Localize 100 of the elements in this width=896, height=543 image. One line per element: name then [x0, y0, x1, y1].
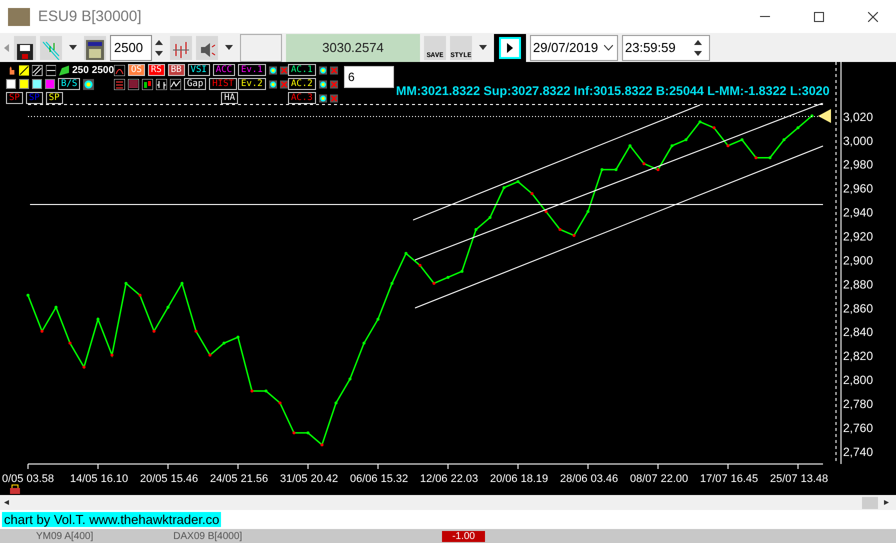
- indicator-toggle[interactable]: Gap: [184, 78, 206, 90]
- indicator-toggle[interactable]: Ev.2: [238, 78, 266, 90]
- price-point: [726, 144, 730, 148]
- price-point: [544, 210, 548, 214]
- bars-tool-icon[interactable]: [156, 78, 167, 90]
- price-point: [376, 318, 380, 322]
- save-icon[interactable]: [14, 36, 36, 60]
- price-point: [194, 330, 198, 333]
- price-point: [670, 144, 674, 148]
- indicator-toggle[interactable]: SP: [6, 92, 23, 104]
- value-label: -1.00: [442, 530, 485, 542]
- indicator-toggle[interactable]: HA: [221, 92, 238, 104]
- circle-toggle-icon[interactable]: [83, 78, 94, 90]
- bars-count-label: 250: [72, 64, 89, 76]
- indicator-toggle[interactable]: AC.1: [288, 64, 316, 76]
- price-point: [390, 282, 394, 286]
- price-point: [138, 294, 142, 298]
- price-point: [684, 138, 688, 142]
- price-point: [712, 126, 716, 130]
- price-point: [586, 210, 590, 214]
- circle-toggle-icon[interactable]: [268, 64, 277, 76]
- circle-toggle-icon[interactable]: [318, 78, 327, 90]
- price-label: 2,820: [843, 349, 874, 364]
- price-point: [110, 354, 114, 357]
- price-label: 2,800: [843, 373, 874, 388]
- indicator-toggle[interactable]: BB: [168, 64, 185, 76]
- price-point: [26, 294, 30, 298]
- horizontal-line-icon[interactable]: [46, 64, 56, 76]
- time-label: 06/06 15.32: [350, 473, 408, 486]
- indicator-toggle[interactable]: HIST: [209, 78, 237, 90]
- bars-input[interactable]: 2500: [110, 34, 152, 61]
- indicator-toggle[interactable]: B/S: [58, 78, 80, 90]
- circle-toggle-icon[interactable]: [318, 92, 327, 104]
- time-label: 31/05 20.42: [280, 473, 338, 486]
- lines-tool-icon[interactable]: [128, 78, 139, 90]
- price-point: [348, 378, 352, 381]
- credit-text: chart by Vol.T. www.thehawktrader.co: [2, 512, 222, 528]
- time-label: 20/05 15.46: [140, 473, 198, 486]
- date-picker[interactable]: 29/07/2019: [530, 34, 618, 61]
- price-label: 2,860: [843, 302, 874, 316]
- indicator-toggle[interactable]: ACC: [212, 64, 236, 76]
- bands-tool-icon[interactable]: [114, 78, 125, 90]
- circle-toggle-icon[interactable]: [268, 78, 277, 90]
- close-icon[interactable]: [330, 78, 338, 90]
- price-point: [600, 168, 604, 172]
- price-point: [320, 444, 324, 447]
- price-label: 2,960: [843, 182, 874, 196]
- calculator-icon[interactable]: [84, 36, 106, 60]
- price-point: [236, 336, 240, 339]
- window-title: DAX09 B[4000]: [173, 530, 242, 542]
- bars-count-label: 2500: [92, 64, 114, 76]
- period-input[interactable]: 6: [344, 66, 394, 88]
- color-swatch[interactable]: [6, 79, 16, 90]
- price-point: [264, 390, 268, 393]
- price-label: 2,980: [843, 158, 874, 172]
- candles-icon[interactable]: [142, 78, 153, 90]
- close-icon[interactable]: [280, 78, 288, 90]
- price-point: [754, 156, 758, 160]
- time-label: 20/06 18.19: [490, 473, 548, 486]
- price-label: 2,780: [843, 397, 874, 412]
- play-icon: [507, 42, 513, 53]
- price-point: [656, 168, 660, 172]
- photo-placeholder: [8, 8, 30, 26]
- indicator-toggle[interactable]: VSI: [188, 64, 210, 76]
- close-icon[interactable]: [330, 64, 338, 76]
- line-tool-icon[interactable]: [19, 64, 30, 76]
- color-swatch[interactable]: [19, 79, 29, 90]
- indicator-toggle[interactable]: RS: [148, 64, 165, 76]
- indicator-toggle[interactable]: Ev.1: [238, 64, 266, 76]
- indicator-toggle[interactable]: AC.2: [288, 78, 316, 90]
- price-point: [54, 306, 58, 310]
- price-point: [404, 252, 408, 256]
- time-label: 25/07 13.48: [770, 473, 828, 486]
- lock-icon[interactable]: [10, 484, 20, 494]
- speaker-icon[interactable]: [196, 36, 218, 60]
- color-swatch[interactable]: [32, 79, 42, 90]
- time-label: 17/07 16.45: [700, 473, 758, 486]
- price-point: [418, 264, 422, 268]
- scrollbar-thumb[interactable]: [862, 496, 878, 509]
- price-point: [516, 180, 520, 184]
- price-point: [432, 282, 436, 286]
- horizontal-scrollbar[interactable]: [0, 495, 896, 510]
- close-icon: [868, 12, 878, 22]
- circle-toggle-icon[interactable]: [318, 64, 327, 76]
- indicator-toggle[interactable]: SP: [46, 92, 63, 104]
- close-icon[interactable]: [330, 92, 338, 104]
- color-swatch[interactable]: [45, 79, 55, 90]
- arc-tool-icon[interactable]: [114, 64, 125, 76]
- price-point: [474, 228, 478, 232]
- price-point: [768, 156, 772, 160]
- indicator-toggle[interactable]: AC.3: [288, 92, 316, 104]
- price-point: [96, 318, 100, 322]
- fill-tool-icon[interactable]: [58, 64, 70, 76]
- time-label: 24/05 21.56: [210, 473, 268, 486]
- time-spin-field[interactable]: 23:59:59: [622, 34, 710, 61]
- play-button[interactable]: [499, 36, 521, 59]
- maximize-icon: [814, 12, 824, 22]
- price-label: 2,920: [843, 230, 874, 244]
- zigzag-icon[interactable]: [170, 78, 181, 90]
- close-icon[interactable]: [280, 64, 288, 76]
